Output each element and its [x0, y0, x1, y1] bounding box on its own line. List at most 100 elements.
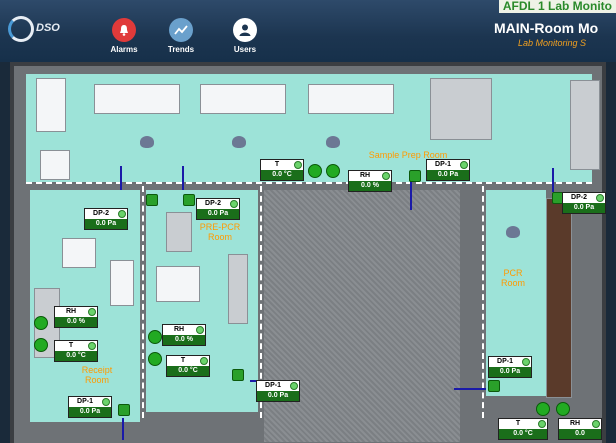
pressure-line	[182, 166, 184, 190]
cabinet	[570, 80, 600, 170]
chair	[506, 226, 520, 238]
sensor-value: 0.0 Pa	[257, 391, 299, 401]
pre-pcr-dp2-sensor[interactable]: DP-2 0.0 Pa	[196, 198, 240, 220]
sensor-badge	[409, 170, 421, 182]
pcr-dp1-sensor[interactable]: DP-1 0.0 Pa	[488, 356, 532, 378]
sensor-value: 0.0 Pa	[489, 367, 531, 377]
sensor-badge	[183, 194, 195, 206]
sensor-value: 0.0 °C	[261, 170, 303, 180]
chair	[326, 136, 340, 148]
alarms-label: Alarms	[110, 45, 138, 54]
status-indicator	[522, 358, 530, 366]
status-indicator	[88, 342, 96, 350]
status-indicator	[538, 420, 546, 428]
page-title: MAIN-Room Mo	[494, 20, 599, 36]
alarm-bell-icon	[112, 18, 136, 42]
receipt-dp2-sensor[interactable]: DP-2 0.0 Pa	[84, 208, 128, 230]
receipt-rh-sensor[interactable]: RH 0.0 %	[54, 306, 98, 328]
status-indicator	[196, 326, 204, 334]
sensor-value: 0.0 %	[163, 335, 205, 345]
status-indicator	[88, 308, 96, 316]
status-indicator	[118, 210, 126, 218]
pressure-line	[122, 418, 124, 440]
pcr-dp2-sensor[interactable]: DP-2 0.0 Pa	[562, 192, 606, 214]
bench	[156, 266, 200, 302]
pcr-room-label-2: Room	[500, 278, 525, 288]
bench	[62, 238, 96, 268]
status-indicator	[596, 194, 604, 202]
cabinet	[166, 212, 192, 252]
sensor-value: 0.0 °C	[167, 366, 209, 376]
status-indicator	[460, 161, 468, 169]
logo: DSO	[8, 14, 68, 48]
pre-pcr-room-label-1: PRE-PCR	[199, 222, 241, 232]
sensor-badge	[488, 380, 500, 392]
receipt-room-label-2: Room	[84, 375, 109, 385]
status-indicator	[308, 164, 322, 178]
sensor-value: 0.0 Pa	[563, 203, 605, 213]
bench	[110, 260, 134, 306]
app-title: AFDL 1 Lab Monito	[498, 0, 616, 13]
receipt-room-label: Receipt Room	[72, 365, 122, 385]
sample-prep-rh-sensor[interactable]: RH 0.0 %	[348, 170, 392, 192]
sensor-value: 0.0	[559, 429, 601, 439]
trends-label: Trends	[167, 45, 195, 54]
status-indicator	[382, 172, 390, 180]
sample-prep-temp-sensor[interactable]: T 0.0 °C	[260, 159, 304, 181]
logo-ring-icon	[8, 16, 34, 42]
sensor-value: 0.0 Pa	[69, 407, 111, 417]
sensor-value: 0.0 %	[349, 181, 391, 191]
bench	[36, 78, 66, 132]
pressure-line	[454, 388, 486, 390]
fume-hood	[94, 84, 180, 114]
sensor-value: 0.0 Pa	[85, 219, 127, 229]
alarms-button[interactable]: Alarms	[99, 18, 149, 54]
page-subtitle: Lab Monitoring S	[518, 38, 587, 48]
receipt-temp-sensor[interactable]: T 0.0 °C	[54, 340, 98, 362]
central-corridor	[264, 190, 460, 442]
sensor-badge	[118, 404, 130, 416]
floor-plan: Sample Prep Room Receipt Room PRE-PCR Ro…	[10, 62, 606, 443]
bottom-rh-sensor[interactable]: RH 0.0	[558, 418, 602, 440]
pcr-room-label-1: PCR	[503, 268, 523, 278]
logo-text: DSO	[36, 22, 60, 34]
pre-pcr-temp-sensor[interactable]: T 0.0 °C	[166, 355, 210, 377]
sample-prep-dp1-sensor[interactable]: DP-1 0.0 Pa	[426, 159, 470, 181]
top-bar: DSO Alarms Trends Users AFDL 1 Lab Monit…	[0, 0, 616, 62]
room-divider	[482, 186, 484, 418]
trend-chart-icon	[169, 18, 193, 42]
sensor-value: 0.0 °C	[55, 351, 97, 361]
users-button[interactable]: Users	[220, 18, 270, 54]
users-label: Users	[233, 45, 257, 54]
status-indicator	[294, 161, 302, 169]
pre-pcr-room-label-2: Room	[207, 232, 232, 242]
trends-button[interactable]: Trends	[156, 18, 206, 54]
pre-pcr-room-label: PRE-PCR Room	[194, 222, 246, 242]
bottom-temp-sensor[interactable]: T 0.0 °C	[498, 418, 548, 440]
status-indicator	[230, 200, 238, 208]
cabinet	[430, 78, 492, 140]
room-divider	[26, 182, 592, 184]
cabinet	[228, 254, 248, 324]
status-indicator	[556, 402, 570, 416]
pre-pcr-rh-sensor[interactable]: RH 0.0 %	[162, 324, 206, 346]
status-indicator	[102, 398, 110, 406]
sensor-value: 0.0 Pa	[197, 209, 239, 219]
pressure-line	[552, 168, 554, 192]
corridor-dp1-sensor[interactable]: DP-1 0.0 Pa	[256, 380, 300, 402]
receipt-dp1-sensor[interactable]: DP-1 0.0 Pa	[68, 396, 112, 418]
status-indicator	[148, 330, 162, 344]
status-indicator	[34, 316, 48, 330]
chair	[140, 136, 154, 148]
sensor-value: 0.0 Pa	[427, 170, 469, 180]
status-indicator	[290, 382, 298, 390]
sensor-value: 0.0 %	[55, 317, 97, 327]
room-divider	[142, 186, 144, 418]
status-indicator	[148, 352, 162, 366]
sensor-value: 0.0 °C	[499, 429, 547, 439]
status-indicator	[34, 338, 48, 352]
pressure-line	[120, 166, 122, 190]
user-icon	[233, 18, 257, 42]
pcr-room-label: PCR Room	[488, 268, 538, 288]
sensor-badge	[146, 194, 158, 206]
